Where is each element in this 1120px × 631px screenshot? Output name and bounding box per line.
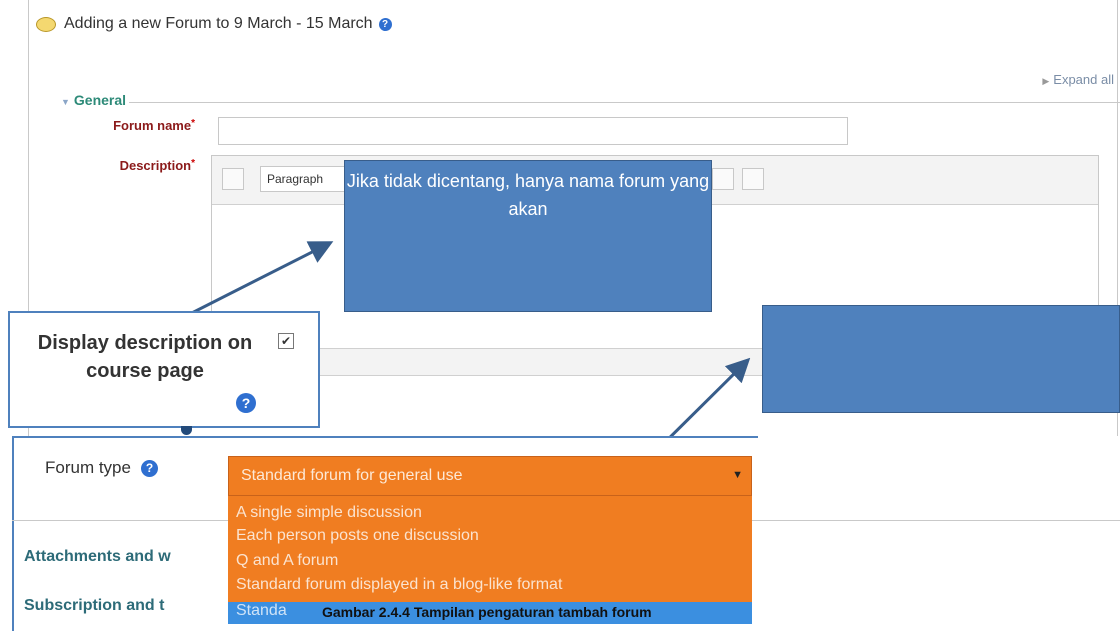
- forum-type-label: Forum type ?: [45, 458, 158, 478]
- forum-panel-top-border: [12, 436, 758, 438]
- forum-type-option[interactable]: Each person posts one discussion: [236, 527, 479, 545]
- display-description-label: Display description on course page: [37, 332, 253, 382]
- forum-type-option[interactable]: Q and A forum: [236, 552, 338, 570]
- help-icon-large[interactable]: ?: [236, 393, 256, 413]
- caret-down-icon: ▼: [732, 469, 743, 481]
- arrow-to-description: [177, 241, 334, 322]
- forum-type-select[interactable]: Standard forum for general use ▼: [228, 456, 752, 496]
- attachments-section-link[interactable]: Attachments and w: [24, 548, 171, 566]
- display-description-box: Display description on course page ✔ ?: [8, 311, 320, 428]
- forum-type-selected: Standard forum for general use: [241, 467, 463, 484]
- display-description-checkbox[interactable]: ✔: [278, 333, 294, 349]
- help-icon[interactable]: ?: [140, 459, 158, 477]
- figure-caption: Gambar 2.4.4 Tampilan pengaturan tambah …: [322, 604, 652, 620]
- forum-type-option[interactable]: A single simple discussion: [236, 504, 422, 522]
- subscription-section-link[interactable]: Subscription and t: [24, 597, 164, 615]
- forum-type-option[interactable]: Standard forum displayed in a blog-like …: [236, 576, 562, 594]
